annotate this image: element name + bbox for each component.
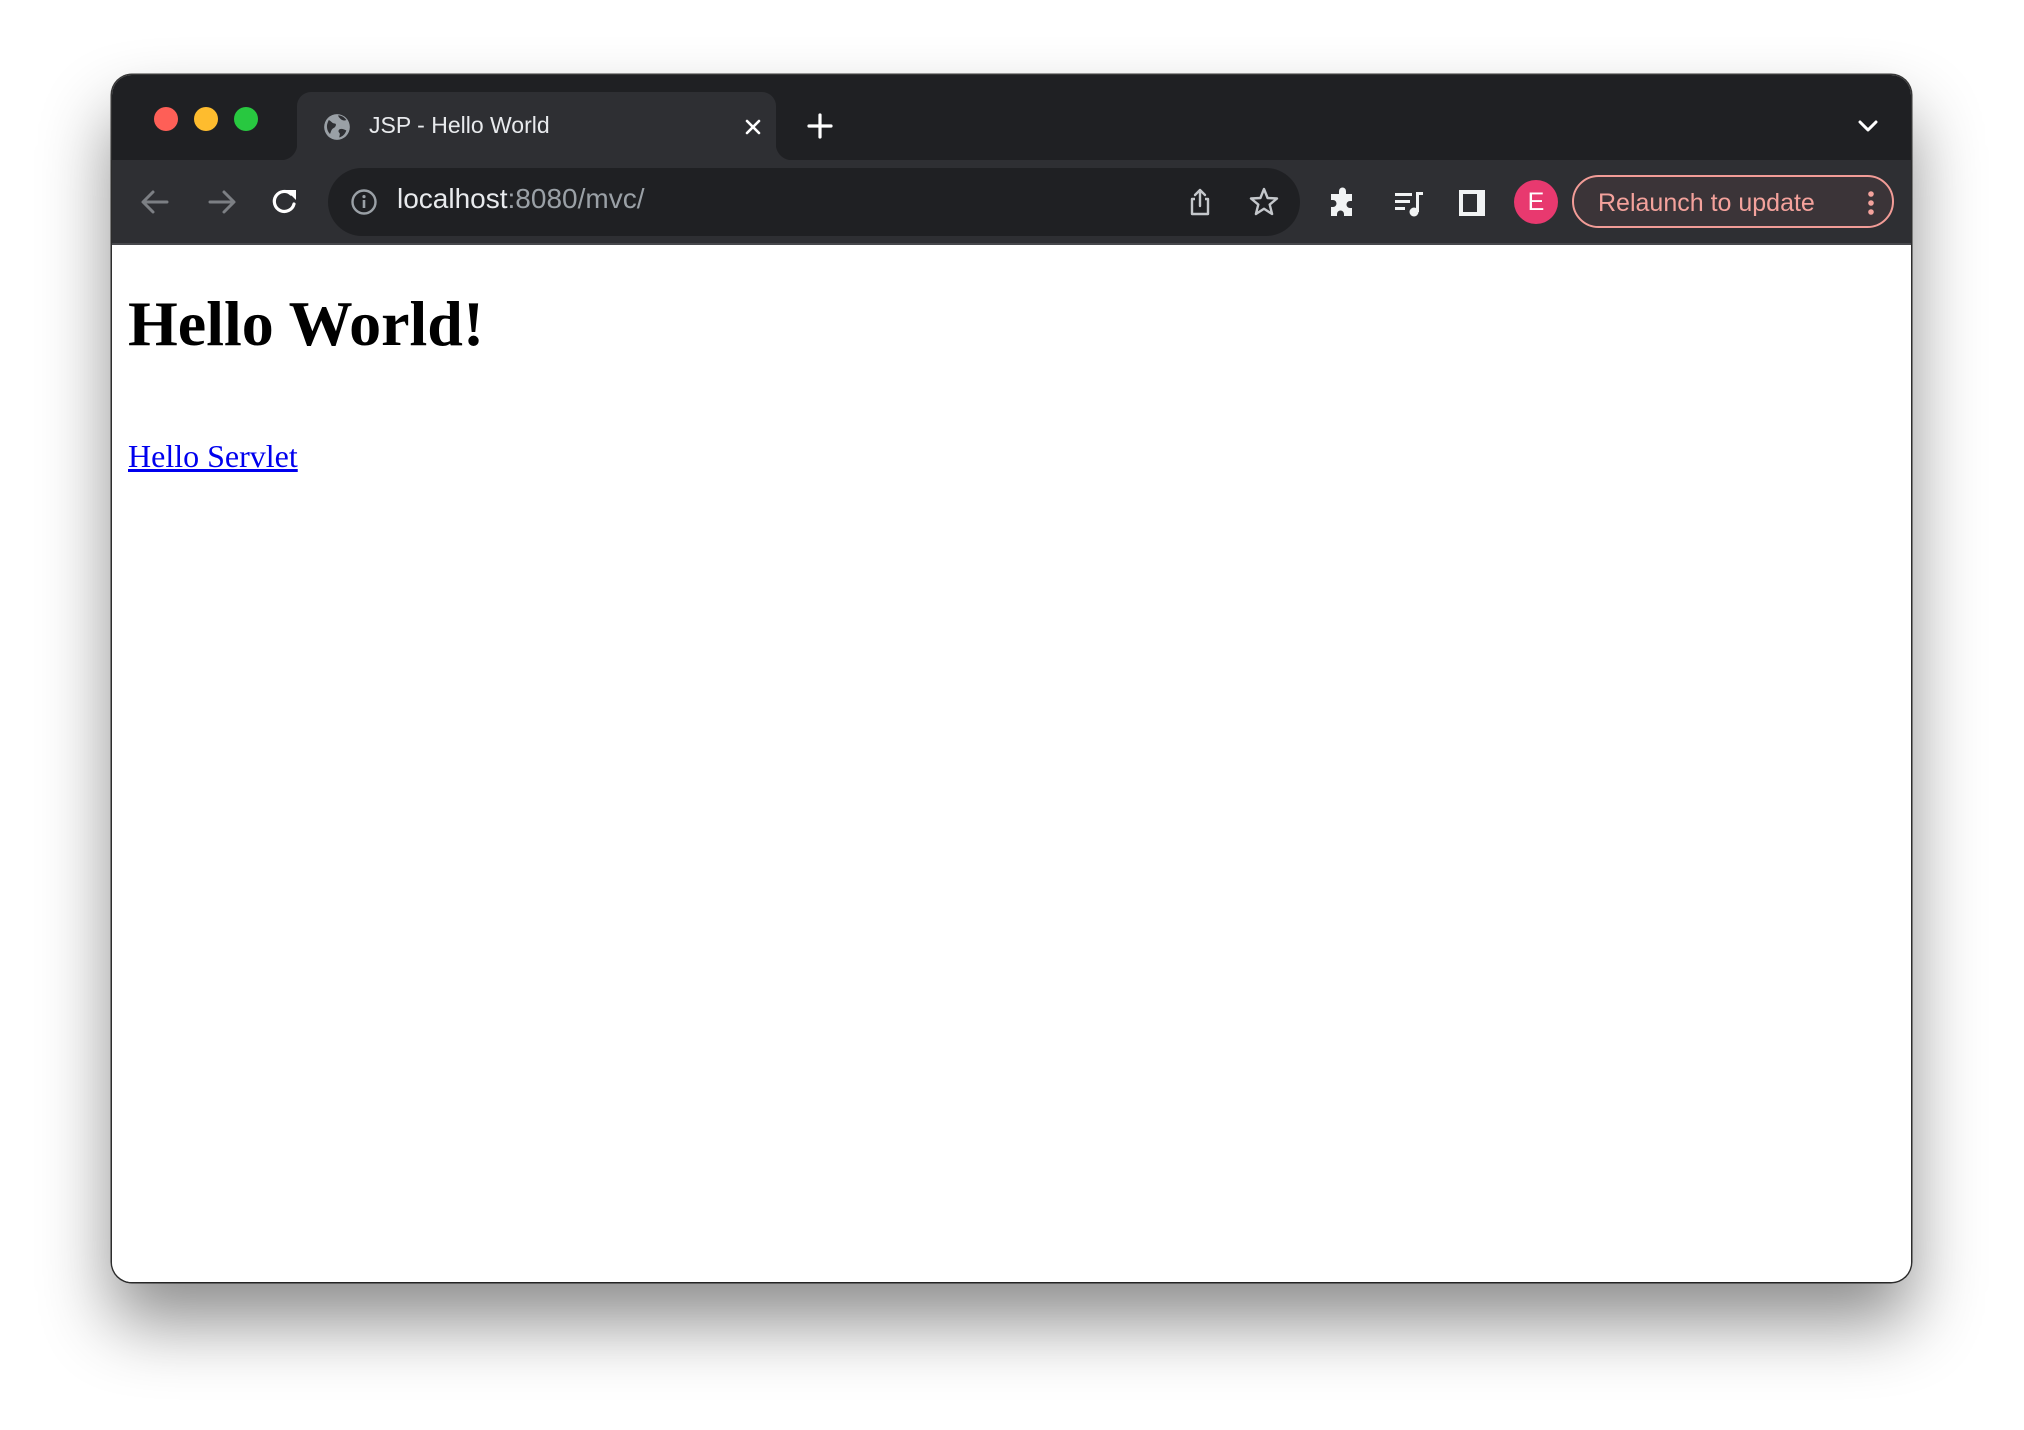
page-content: Hello World! Hello Servlet <box>112 245 1911 1282</box>
media-queue-icon[interactable] <box>1392 186 1426 220</box>
share-icon[interactable] <box>1184 186 1216 218</box>
url-host: localhost <box>397 183 508 214</box>
relaunch-to-update-button[interactable]: Relaunch to update <box>1572 175 1894 228</box>
tab-title: JSP - Hello World <box>369 112 550 138</box>
puzzle-icon[interactable] <box>1327 186 1361 220</box>
page-heading: Hello World! <box>128 288 485 359</box>
profile-avatar[interactable]: E <box>1514 180 1558 224</box>
toolbar: localhost:8080/mvc/ E Relaunch to update <box>112 160 1911 245</box>
arrow-left-icon[interactable] <box>137 184 173 220</box>
star-icon[interactable] <box>1248 186 1280 218</box>
reload-icon[interactable] <box>267 184 303 220</box>
url-path: :8080/mvc/ <box>507 183 645 214</box>
arrow-right-icon[interactable] <box>204 184 240 220</box>
maximize-window-button[interactable] <box>234 107 258 131</box>
side-panel-icon[interactable] <box>1455 186 1489 220</box>
relaunch-label: Relaunch to update <box>1598 189 1815 217</box>
address-bar[interactable]: localhost:8080/mvc/ <box>328 168 1300 236</box>
globe-icon <box>324 114 350 140</box>
kebab-menu-icon[interactable] <box>1868 191 1874 215</box>
tab-strip: JSP - Hello World <box>112 75 1911 160</box>
url-text[interactable]: localhost:8080/mvc/ <box>397 183 644 215</box>
close-window-button[interactable] <box>154 107 178 131</box>
info-icon[interactable] <box>350 188 378 216</box>
minimize-window-button[interactable] <box>194 107 218 131</box>
chevron-down-icon[interactable] <box>1856 117 1880 135</box>
tab-active[interactable]: JSP - Hello World <box>281 92 792 160</box>
plus-icon[interactable] <box>806 112 834 140</box>
browser-window: JSP - Hello World localhost:8080/mvc/ E … <box>112 75 1911 1282</box>
close-icon[interactable] <box>741 115 765 139</box>
hello-servlet-link[interactable]: Hello Servlet <box>128 438 298 475</box>
